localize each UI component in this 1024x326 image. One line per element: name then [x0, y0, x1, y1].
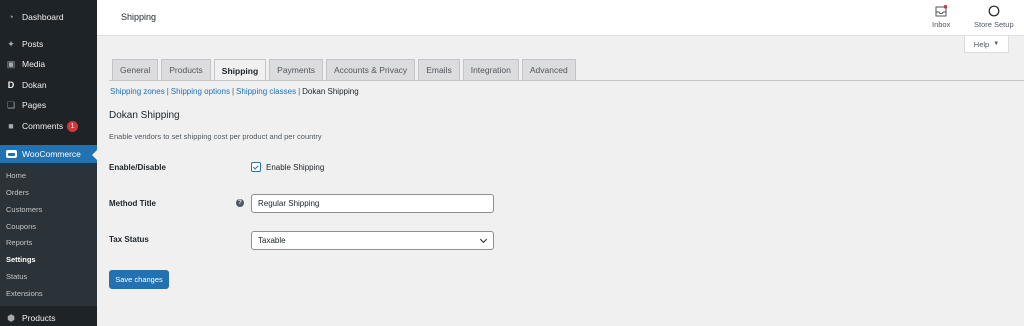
enable-shipping-label[interactable]: Enable Shipping: [266, 163, 324, 172]
inbox-label: Inbox: [932, 20, 951, 29]
top-header: Shipping Inbox Store Setup: [97, 0, 1024, 36]
submenu-item-home[interactable]: Home: [6, 171, 26, 180]
store-setup-label: Store Setup: [974, 20, 1014, 29]
tax-status-label: Tax Status: [109, 235, 149, 244]
submenu-item-reports[interactable]: Reports: [6, 238, 32, 247]
inbox-icon: [935, 5, 948, 17]
method-title-label: Method Title: [109, 199, 156, 208]
chevron-down-icon: [479, 235, 488, 244]
progress-ring-icon: [988, 5, 1000, 17]
subnav-separator: |: [231, 87, 235, 96]
media-icon: ▣: [6, 58, 16, 69]
submenu-item-extensions[interactable]: Extensions: [6, 289, 43, 298]
tabs-divider: [109, 80, 1024, 81]
comment-count-badge: 1: [67, 120, 79, 132]
tab-accounts-privacy[interactable]: Accounts & Privacy: [325, 59, 416, 80]
subnav-separator: |: [166, 87, 169, 96]
tab-emails[interactable]: Emails: [418, 59, 460, 80]
page-title: Shipping: [121, 12, 157, 22]
caret-down-icon: ▼: [993, 41, 1000, 47]
sidebar-item-woocommerce[interactable]: WooCommerce: [0, 145, 97, 163]
sidebar-item-label: Products: [22, 313, 56, 323]
store-setup-button[interactable]: Store Setup: [974, 5, 1014, 29]
sidebar-item-pages[interactable]: ❏ Pages: [0, 96, 97, 114]
sidebar-item-label: Dashboard: [22, 12, 64, 22]
section-title: Dokan Shipping: [109, 110, 180, 121]
sidebar-item-label: WooCommerce: [22, 149, 81, 159]
sidebar-item-label: Posts: [22, 39, 44, 49]
sidebar-item-comments[interactable]: ■ Comments 1: [0, 117, 97, 135]
sidebar-item-posts[interactable]: ✦ Posts: [0, 35, 97, 53]
sidebar-item-label: Dokan: [22, 80, 47, 90]
admin-sidebar: ◔ Dashboard ✦ Posts ▣ Media D Dokan ❏ Pa…: [0, 0, 97, 326]
tab-general[interactable]: General: [112, 59, 159, 80]
subnav-separator: |: [298, 87, 301, 96]
tax-status-select[interactable]: Taxable: [251, 231, 494, 250]
tab-payments[interactable]: Payments: [269, 59, 323, 80]
inbox-button[interactable]: Inbox: [932, 5, 950, 29]
current-menu-arrow: [92, 150, 97, 160]
settings-tabs: General Products Shipping Payments Accou…: [112, 59, 576, 81]
sidebar-item-label: Media: [22, 59, 46, 69]
save-changes-button[interactable]: Save changes: [109, 270, 169, 289]
dokan-icon: D: [7, 79, 15, 90]
woocommerce-submenu: Home Orders Customers Coupons Reports Se…: [0, 163, 97, 306]
section-description: Enable vendors to set shipping cost per …: [109, 132, 322, 141]
pin-icon: ✦: [7, 38, 15, 49]
sidebar-item-label: Comments: [22, 121, 64, 131]
subnav-shipping-zones[interactable]: Shipping zones: [110, 87, 165, 96]
method-title-input[interactable]: Regular Shipping: [251, 194, 494, 213]
enable-disable-label: Enable/Disable: [109, 163, 166, 172]
sidebar-item-dashboard[interactable]: ◔ Dashboard: [0, 8, 97, 26]
subnav-dokan-shipping: Dokan Shipping: [302, 87, 359, 96]
submenu-item-status[interactable]: Status: [6, 272, 27, 281]
products-icon: ⬢: [7, 312, 15, 323]
tab-shipping[interactable]: Shipping: [213, 59, 267, 81]
method-title-value: Regular Shipping: [258, 199, 320, 208]
dashboard-icon: ◔: [8, 11, 14, 22]
woocommerce-icon: [6, 150, 17, 158]
help-label: Help: [973, 39, 990, 49]
comment-icon: ■: [8, 120, 14, 131]
submenu-item-coupons[interactable]: Coupons: [6, 222, 36, 231]
submenu-item-settings[interactable]: Settings: [6, 255, 36, 264]
submenu-item-customers[interactable]: Customers: [6, 205, 42, 214]
tab-products[interactable]: Products: [161, 59, 211, 80]
help-tip-icon[interactable]: ?: [236, 199, 244, 207]
pages-icon: ❏: [6, 99, 16, 110]
submenu-item-orders[interactable]: Orders: [6, 188, 29, 197]
tab-integration[interactable]: Integration: [462, 59, 519, 80]
checkmark-icon: [252, 163, 259, 170]
shipping-subnav: Shipping zones | Shipping options | Ship…: [110, 87, 359, 96]
sidebar-item-label: Pages: [22, 100, 47, 110]
sidebar-item-media[interactable]: ▣ Media: [0, 55, 97, 73]
enable-shipping-checkbox[interactable]: [251, 162, 261, 172]
tab-advanced[interactable]: Advanced: [521, 59, 576, 80]
subnav-shipping-options[interactable]: Shipping options: [171, 87, 230, 96]
help-tab-button[interactable]: Help ▼: [964, 36, 1009, 53]
tax-status-value: Taxable: [258, 236, 286, 245]
sidebar-item-dokan[interactable]: D Dokan: [0, 76, 97, 94]
subnav-shipping-classes[interactable]: Shipping classes: [236, 87, 296, 96]
sidebar-item-products[interactable]: ⬢ Products: [0, 309, 97, 326]
